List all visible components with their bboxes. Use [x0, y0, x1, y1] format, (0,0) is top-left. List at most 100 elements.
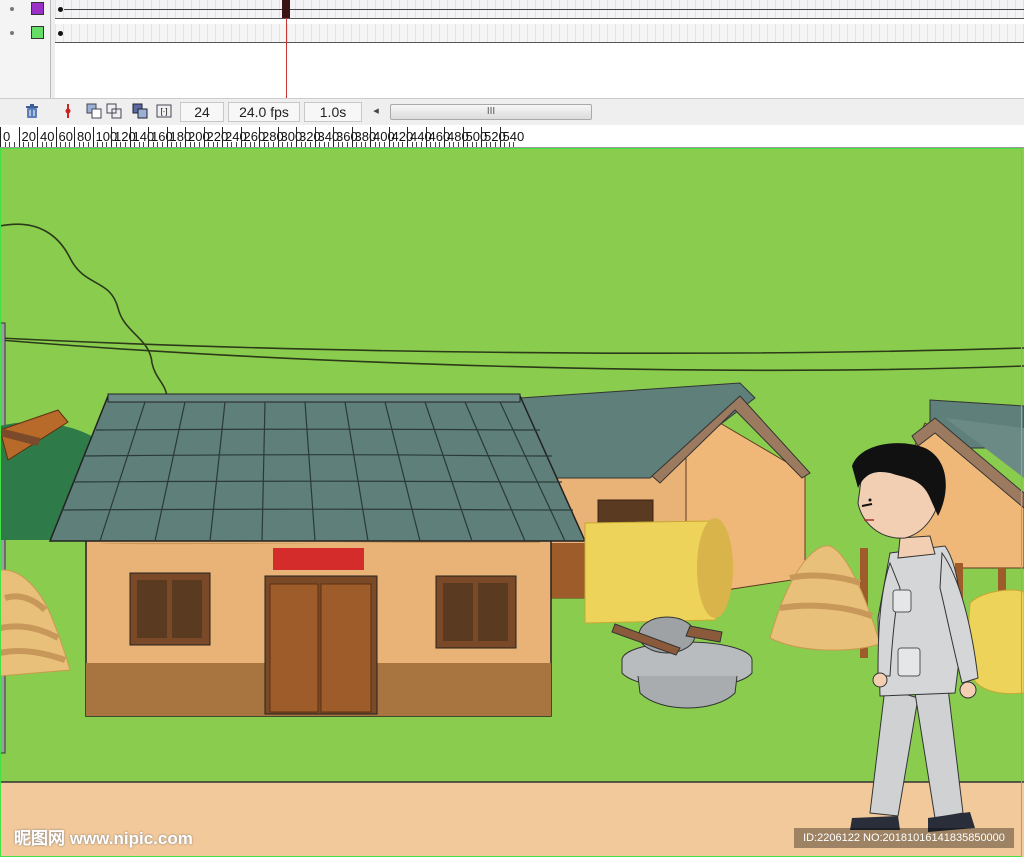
visibility-dot-icon[interactable] — [10, 7, 14, 11]
ruler-minor-tick — [416, 142, 418, 147]
keyframe-dot[interactable] — [58, 31, 63, 36]
ruler-minor-tick — [439, 142, 441, 147]
ruler-minor-tick — [180, 142, 182, 147]
ruler-minor-tick — [217, 142, 219, 147]
ruler-major-tick — [18, 127, 20, 147]
ruler-major-tick — [129, 127, 131, 147]
scroll-thumb[interactable]: III — [390, 104, 592, 120]
center-frame-icon[interactable] — [60, 103, 76, 119]
ruler-minor-tick — [490, 142, 492, 147]
ruler-minor-tick — [397, 142, 399, 147]
modify-onion-markers-icon[interactable]: [·] — [156, 103, 172, 119]
ruler-minor-tick — [235, 142, 237, 147]
ruler-major-tick — [92, 127, 94, 147]
current-frame-field[interactable]: 24 — [180, 102, 224, 122]
timeline-toolbar: [·] 24 24.0 fps 1.0s ◂ III — [0, 98, 1024, 125]
ruler-major-tick — [185, 127, 186, 147]
ruler-minor-tick — [78, 142, 80, 147]
ruler-major-tick — [37, 127, 38, 147]
ruler-minor-tick — [356, 142, 358, 147]
ruler-minor-tick — [83, 142, 85, 147]
ruler-minor-tick — [379, 142, 381, 147]
ruler-minor-tick — [471, 142, 473, 147]
ruler-minor-tick — [245, 142, 247, 147]
ruler-minor-tick — [282, 142, 284, 147]
trash-icon[interactable] — [24, 103, 40, 119]
ruler-minor-tick — [23, 142, 25, 147]
ruler-minor-tick — [124, 142, 126, 147]
ruler-major-tick — [0, 127, 1, 147]
ruler-minor-tick — [27, 142, 29, 147]
ruler-minor-tick — [268, 142, 270, 147]
timeline-horizontal-scrollbar[interactable]: ◂ III — [368, 103, 592, 120]
ruler-minor-tick — [383, 142, 385, 147]
ruler-minor-tick — [263, 142, 265, 147]
ruler-minor-tick — [309, 142, 311, 147]
ruler-major-tick — [166, 127, 168, 147]
layer-list — [0, 0, 51, 98]
playhead-handle[interactable] — [282, 0, 290, 18]
ruler-major-tick — [388, 127, 390, 147]
watermark-id: ID:2206122 NO:20181016141835850000 — [794, 828, 1014, 848]
ruler-minor-tick — [13, 142, 15, 147]
visibility-dot-icon[interactable] — [10, 31, 14, 35]
timeline-panel: [·] 24 24.0 fps 1.0s ◂ III — [0, 0, 1024, 125]
ruler-minor-tick — [69, 142, 71, 147]
ruler-minor-tick — [254, 142, 256, 147]
ruler-minor-tick — [120, 142, 122, 147]
ruler-minor-tick — [360, 142, 362, 147]
ruler-minor-tick — [365, 142, 367, 147]
ruler-minor-tick — [198, 142, 200, 147]
ruler-minor-tick — [50, 142, 52, 147]
ruler-minor-tick — [189, 142, 191, 147]
ruler-minor-tick — [101, 142, 103, 147]
ruler-minor-tick — [346, 142, 348, 147]
frame-track-layer-1[interactable] — [55, 0, 1024, 19]
ruler-minor-tick — [319, 142, 321, 147]
ruler-major-tick — [240, 127, 242, 147]
onion-skin-icon[interactable] — [86, 103, 102, 119]
ruler-minor-tick — [134, 142, 136, 147]
stage-canvas[interactable]: 昵图网 www.nipic.com ID:2206122 NO:20181016… — [0, 148, 1024, 857]
ruler-major-tick — [425, 127, 427, 147]
layer-color-swatch[interactable] — [31, 2, 44, 15]
horizontal-ruler: 0 20 40 60 80 100 120 140 160 180 200 220 240 260 280 3… — [0, 125, 1024, 148]
ruler-minor-tick — [513, 142, 515, 147]
ruler-minor-tick — [305, 142, 307, 147]
ruler-minor-tick — [97, 142, 99, 147]
svg-text:[·]: [·] — [160, 107, 167, 116]
ruler-minor-tick — [476, 142, 478, 147]
layer-color-swatch[interactable] — [31, 26, 44, 39]
ruler-minor-tick — [208, 142, 210, 147]
scroll-left-arrow-icon[interactable]: ◂ — [368, 103, 384, 119]
ruler-minor-tick — [328, 142, 330, 147]
layer-row-1[interactable] — [0, 0, 50, 18]
ruler-major-tick — [277, 127, 279, 147]
ruler-minor-tick — [374, 142, 376, 147]
ruler-minor-tick — [286, 142, 288, 147]
layer-row-2[interactable] — [0, 24, 50, 42]
ruler-minor-tick — [457, 142, 459, 147]
ruler-minor-tick — [106, 142, 108, 147]
frame-grid[interactable] — [55, 0, 1024, 100]
ruler-minor-tick — [46, 142, 48, 147]
ruler-minor-tick — [87, 142, 89, 147]
ruler-major-tick — [314, 127, 316, 147]
ruler-major-tick — [407, 127, 408, 147]
ruler-minor-tick — [231, 142, 233, 147]
ruler-minor-tick — [323, 142, 325, 147]
ruler-minor-tick — [152, 142, 154, 147]
ruler-minor-tick — [342, 142, 344, 147]
frame-track-layer-2[interactable] — [55, 24, 1024, 43]
ruler-minor-tick — [194, 142, 196, 147]
onion-skin-outlines-icon[interactable] — [106, 103, 122, 119]
ruler-minor-tick — [64, 142, 66, 147]
ruler-minor-tick — [504, 142, 506, 147]
frame-rate-field[interactable]: 24.0 fps — [228, 102, 300, 122]
ruler-minor-tick — [393, 142, 395, 147]
edit-multiple-frames-icon[interactable] — [132, 103, 148, 119]
ruler-major-tick — [462, 127, 464, 147]
ruler-minor-tick — [411, 142, 413, 147]
ruler-minor-tick — [494, 142, 496, 147]
keyframe-dot[interactable] — [58, 7, 63, 12]
